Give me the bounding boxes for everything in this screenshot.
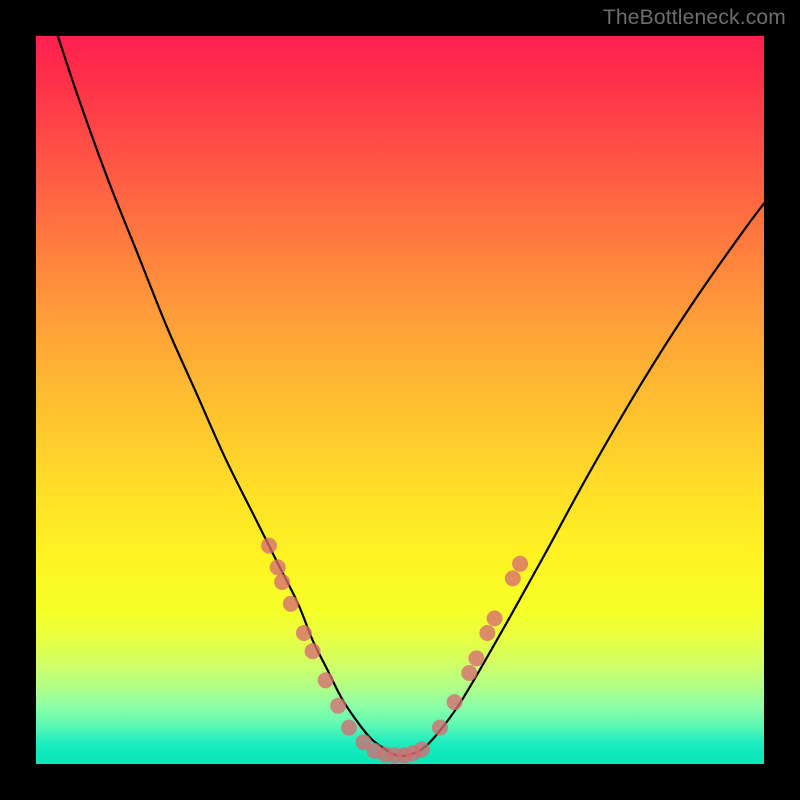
reference-dot xyxy=(414,741,430,757)
watermark-text: TheBottleneck.com xyxy=(603,6,786,30)
reference-dot xyxy=(341,720,357,736)
reference-dots xyxy=(261,538,528,764)
reference-dot xyxy=(296,625,312,641)
reference-dot xyxy=(505,570,521,586)
reference-dot xyxy=(261,538,277,554)
reference-dot xyxy=(274,574,290,590)
reference-dot xyxy=(512,556,528,572)
reference-dot xyxy=(330,698,346,714)
reference-dot xyxy=(318,672,334,688)
reference-dot xyxy=(487,610,503,626)
reference-dot xyxy=(270,559,286,575)
reference-dot xyxy=(479,625,495,641)
chart-frame: TheBottleneck.com xyxy=(0,0,800,800)
reference-dot xyxy=(305,643,321,659)
reference-dot xyxy=(447,694,463,710)
bottleneck-curve xyxy=(58,36,764,756)
reference-dot xyxy=(432,720,448,736)
reference-dot xyxy=(468,650,484,666)
reference-dot xyxy=(283,596,299,612)
chart-svg xyxy=(36,36,764,764)
reference-dot xyxy=(461,665,477,681)
